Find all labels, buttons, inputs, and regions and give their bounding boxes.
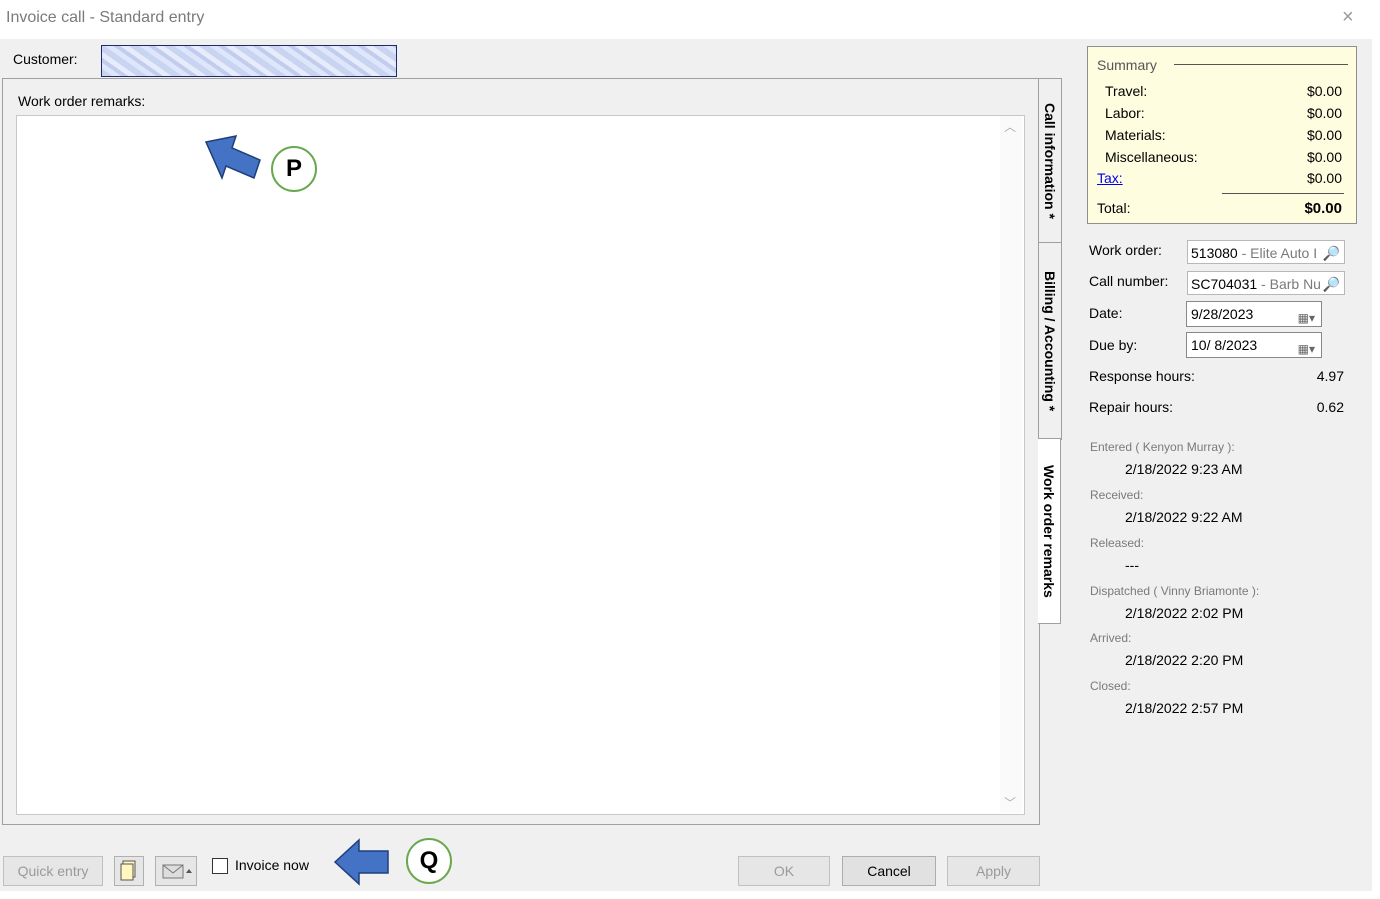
arrived-value: 2/18/2022 2:20 PM [1125, 652, 1244, 668]
work-order-name: - Elite Auto I [1237, 245, 1318, 261]
response-hours-value: 4.97 [1316, 368, 1344, 384]
date-field[interactable]: 9/28/2023 ▦▾ [1186, 301, 1322, 327]
call-number-name: - Barb Nu [1257, 276, 1321, 292]
dispatched-value: 2/18/2022 2:02 PM [1125, 605, 1244, 621]
repair-hours-value: 0.62 [1316, 399, 1344, 415]
work-order-remarks-textarea[interactable] [16, 115, 1025, 815]
annotation-p-badge: P [271, 146, 317, 192]
apply-button[interactable]: Apply [947, 856, 1040, 886]
released-value: --- [1125, 557, 1139, 573]
summary-tax-value: $0.00 [1306, 170, 1342, 186]
title-bar [0, 0, 1380, 38]
customer-field[interactable] [101, 45, 397, 77]
remarks-scrollbar[interactable] [1000, 116, 1022, 813]
received-label: Received: [1090, 488, 1144, 502]
entered-value: 2/18/2022 9:23 AM [1125, 461, 1243, 477]
email-options-button[interactable] [155, 856, 197, 886]
tab-work-order-remarks[interactable]: Work order remarks [1038, 438, 1061, 624]
summary-total-value: $0.00 [1304, 200, 1342, 217]
invoice-now-checkbox[interactable] [212, 858, 228, 874]
repair-hours-label: Repair hours: [1089, 399, 1174, 415]
work-order-number: 513080 [1191, 245, 1238, 261]
tab-work-order-remarks-label: Work order remarks [1041, 464, 1057, 598]
received-value: 2/18/2022 9:22 AM [1125, 509, 1243, 525]
close-icon[interactable]: × [1342, 6, 1354, 29]
work-order-label: Work order: [1089, 242, 1162, 258]
magnifier-icon[interactable]: 🔎 [1323, 241, 1340, 263]
summary-total-divider [1222, 193, 1344, 194]
ok-button[interactable]: OK [738, 856, 830, 886]
tax-link[interactable]: Tax: [1097, 170, 1123, 186]
summary-title: Summary [1097, 57, 1157, 73]
tab-billing-accounting-label: Billing / Accounting * [1042, 270, 1058, 412]
summary-travel-value: $0.00 [1306, 83, 1342, 99]
summary-materials-value: $0.00 [1306, 127, 1342, 143]
document-button[interactable] [114, 856, 144, 886]
invoice-now-label[interactable]: Invoice now [235, 857, 309, 873]
summary-divider [1174, 64, 1348, 65]
arrived-label: Arrived: [1090, 631, 1132, 645]
scroll-up-icon[interactable]: ︿ [1004, 118, 1016, 135]
due-by-label: Due by: [1089, 337, 1138, 353]
due-by-field[interactable]: 10/ 8/2023 ▦▾ [1186, 332, 1322, 358]
customer-label: Customer: [13, 51, 78, 67]
tab-call-information[interactable]: Call information * [1038, 78, 1062, 244]
annotation-q-badge: Q [406, 838, 452, 884]
closed-value: 2/18/2022 2:57 PM [1125, 700, 1244, 716]
arrow-p-icon [204, 135, 261, 181]
tab-call-information-label: Call information * [1042, 103, 1058, 219]
arrow-q-icon [333, 838, 389, 886]
call-number-field[interactable]: SC704031 - Barb Nu 🔎 [1187, 271, 1345, 295]
summary-materials-label: Materials: [1105, 127, 1166, 143]
response-hours-label: Response hours: [1089, 368, 1195, 384]
work-order-remarks-label: Work order remarks: [18, 93, 146, 109]
quick-entry-button[interactable]: Quick entry [3, 856, 103, 886]
tab-billing-accounting[interactable]: Billing / Accounting * [1038, 242, 1062, 440]
date-label: Date: [1089, 305, 1123, 321]
summary-labor-value: $0.00 [1306, 105, 1342, 121]
summary-total-label: Total: [1097, 200, 1131, 216]
scroll-down-icon[interactable]: ﹀ [1004, 794, 1016, 811]
calendar-icon[interactable]: ▦▾ [1298, 306, 1315, 330]
call-number-label: Call number: [1089, 273, 1169, 289]
window-title: Invoice call - Standard entry [6, 9, 205, 26]
email-icon [162, 864, 192, 879]
closed-label: Closed: [1090, 679, 1131, 693]
summary-misc-value: $0.00 [1306, 149, 1342, 165]
dispatched-label: Dispatched ( Vinny Briamonte ): [1090, 584, 1260, 598]
summary-travel-label: Travel: [1105, 83, 1148, 99]
released-label: Released: [1090, 536, 1145, 550]
work-order-field[interactable]: 513080 - Elite Auto I 🔎 [1187, 240, 1345, 264]
summary-misc-label: Miscellaneous: [1105, 149, 1198, 165]
cancel-button[interactable]: Cancel [842, 856, 936, 886]
date-value: 9/28/2023 [1191, 306, 1254, 322]
magnifier-icon[interactable]: 🔎 [1323, 272, 1340, 294]
calendar-icon[interactable]: ▦▾ [1298, 337, 1315, 361]
call-number-value: SC704031 [1191, 276, 1258, 292]
summary-labor-label: Labor: [1105, 105, 1145, 121]
document-icon [120, 860, 136, 881]
entered-label: Entered ( Kenyon Murray ): [1090, 440, 1235, 454]
due-by-value: 10/ 8/2023 [1191, 337, 1258, 353]
